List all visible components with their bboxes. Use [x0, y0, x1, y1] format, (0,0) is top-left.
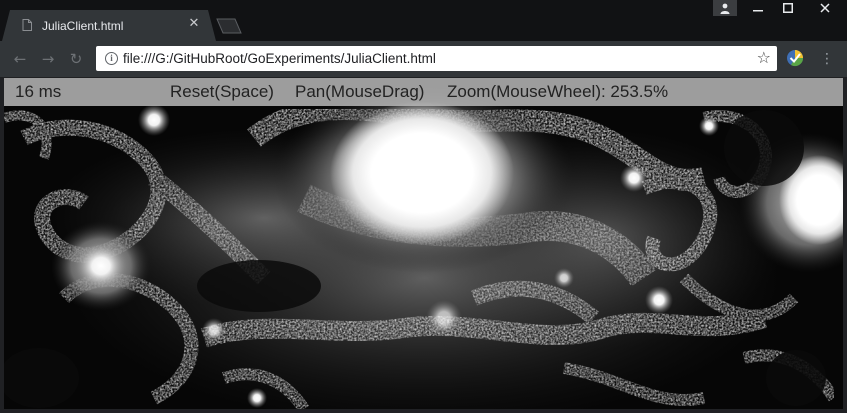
page-viewport: 16 ms Reset(Space) Pan(MouseDrag) Zoom(M…: [4, 78, 843, 409]
minimize-button[interactable]: [743, 0, 773, 16]
tab-title: JuliaClient.html: [42, 19, 124, 33]
address-bar[interactable]: i file:///G:/GitHubRoot/GoExperiments/Ju…: [96, 46, 777, 71]
extension-icon[interactable]: [786, 49, 804, 67]
profile-icon[interactable]: [713, 0, 737, 16]
bookmark-star-icon[interactable]: ☆: [757, 48, 771, 68]
new-tab-button[interactable]: [216, 18, 242, 34]
pan-hint: Pan(MouseDrag): [295, 82, 425, 101]
tab-strip: JuliaClient.html ✕: [0, 0, 847, 41]
forward-button[interactable]: →: [36, 47, 60, 71]
close-window-button[interactable]: [803, 0, 847, 16]
hud-bar: 16 ms Reset(Space) Pan(MouseDrag) Zoom(M…: [4, 78, 843, 106]
browser-toolbar: ← → ↻ i file:///G:/GitHubRoot/GoExperime…: [0, 41, 847, 78]
tab-juliaclient[interactable]: JuliaClient.html ✕: [2, 10, 216, 41]
window-bottom-border: [0, 409, 847, 413]
back-button[interactable]: ←: [8, 47, 32, 71]
reset-hint: Reset(Space): [170, 82, 274, 101]
info-icon[interactable]: i: [105, 52, 118, 65]
zoom-readout: Zoom(MouseWheel): 253.5%: [447, 82, 669, 101]
url-text[interactable]: file:///G:/GitHubRoot/GoExperiments/Juli…: [123, 50, 436, 67]
window-controls: [713, 0, 847, 16]
maximize-button[interactable]: [773, 0, 803, 16]
browser-window: JuliaClient.html ✕ ← → ↻ i file:///G:/Gi…: [0, 0, 847, 413]
tab-close-icon[interactable]: ✕: [186, 16, 202, 32]
page-icon: [22, 19, 33, 32]
julia-fractal-canvas[interactable]: [4, 78, 843, 409]
frame-time-readout: 16 ms: [15, 82, 62, 101]
menu-icon[interactable]: ⋮: [818, 49, 836, 69]
reload-button[interactable]: ↻: [64, 47, 88, 71]
